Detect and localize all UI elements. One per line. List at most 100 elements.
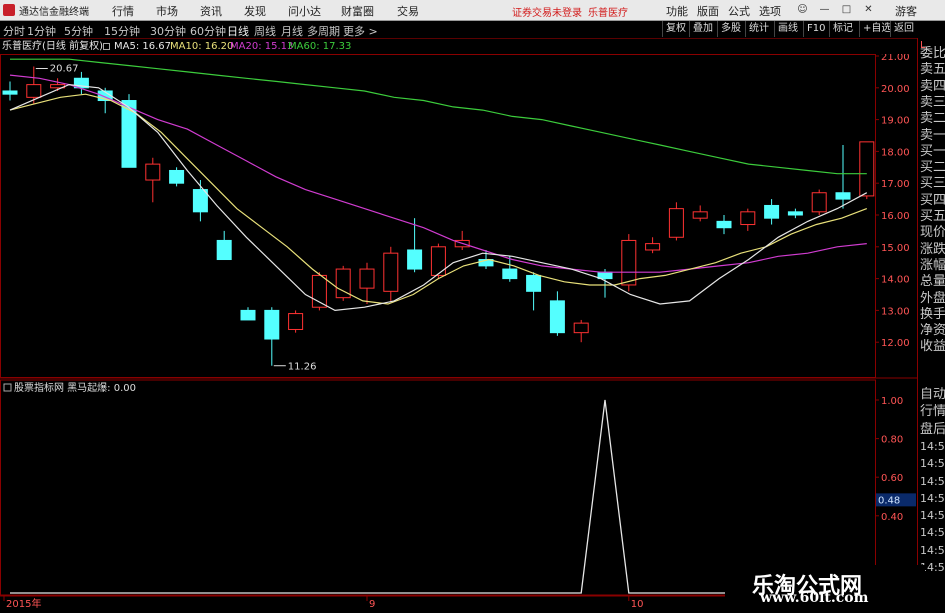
- trade-login-warning[interactable]: 证券交易未登录: [512, 4, 582, 19]
- tab-60min[interactable]: 60分钟: [190, 23, 226, 39]
- candle-body-up: [359, 268, 375, 289]
- candle-body-up: [740, 211, 756, 226]
- menu-quotes[interactable]: 行情: [112, 3, 134, 19]
- quote-side-panel: 委比 卖五 卖四 卖三 卖二 卖一 买一 买二 买三 买四 买五 现价 涨跌 涨幅 总量 外盘 换手 净资 收益 自…: [917, 38, 945, 609]
- tab-timeshare[interactable]: 分时: [3, 23, 25, 39]
- indicator-tick-label: 0.40: [881, 512, 903, 523]
- candle-body-down: [597, 271, 613, 280]
- f10-button[interactable]: F10: [803, 21, 828, 37]
- candle-body-up: [26, 84, 42, 98]
- chart-title: 乐普医疗(日线 前复权): [2, 41, 103, 52]
- menu-ask[interactable]: 问小达: [288, 3, 321, 19]
- candle-body-down: [764, 204, 780, 219]
- maximize-icon[interactable]: □: [840, 4, 853, 16]
- candle-body-down: [216, 239, 232, 261]
- app-logo-icon: [3, 4, 15, 16]
- ma20-line: [9, 74, 867, 273]
- side-mode-label[interactable]: 盘后: [920, 422, 945, 438]
- user-icon[interactable]: ☺: [796, 4, 809, 16]
- side-tick-time: 14:50: [920, 474, 945, 488]
- candle-body-up: [692, 211, 708, 219]
- tab-multi-period[interactable]: 多周期: [307, 23, 340, 39]
- price-tick-label: 17.00: [881, 179, 910, 190]
- side-tick-time: 14:50: [920, 543, 945, 557]
- menu-layout[interactable]: 版面: [697, 3, 719, 19]
- candle-body-down: [716, 220, 732, 229]
- indicator-label: 股票指标网 黑马起爆: 0.00: [14, 381, 136, 394]
- candle-body-down: [2, 90, 18, 95]
- side-quote-label: 买五: [920, 209, 945, 224]
- overlay-button[interactable]: 叠加: [689, 21, 716, 37]
- tab-monthly[interactable]: 月线: [281, 23, 303, 39]
- menu-discover[interactable]: 发现: [244, 3, 266, 19]
- candle-body-up: [383, 252, 399, 292]
- side-tick-time: 14:50: [920, 526, 945, 540]
- back-button[interactable]: 返回: [890, 21, 917, 37]
- candle-body-up: [430, 246, 446, 276]
- title-bar: 通达信金融终端 行情 市场 资讯 发现 问小达 财富圈 交易 证券交易未登录 乐…: [0, 0, 945, 21]
- indicator-settings-icon: [3, 383, 12, 392]
- tab-5min[interactable]: 5分钟: [64, 23, 93, 39]
- menu-news[interactable]: 资讯: [200, 3, 222, 19]
- side-quote-label: 买二: [920, 160, 945, 176]
- mark-button[interactable]: 标记: [829, 21, 856, 37]
- side-tick-time: 14:50: [920, 457, 945, 471]
- menu-market[interactable]: 市场: [156, 3, 178, 19]
- adjust-button[interactable]: 复权: [662, 21, 689, 37]
- multi-stock-button[interactable]: 多股: [717, 21, 744, 37]
- side-quote-label: 买一: [920, 143, 945, 159]
- candle-body-down: [549, 300, 565, 334]
- candle-body-down: [169, 169, 185, 184]
- candle-body-up: [621, 239, 637, 286]
- price-tick-label: 13.00: [881, 306, 910, 317]
- candle-body-up: [811, 192, 827, 213]
- menu-trade[interactable]: 交易: [397, 3, 419, 19]
- kline-chart[interactable]: 21.00 20.00 19.00 18.00 17.00 16.00 15.00 14.00…: [0, 52, 917, 610]
- tab-30min[interactable]: 30分钟: [150, 23, 186, 39]
- ma5-value: MA5: 16.67: [114, 41, 172, 52]
- side-quote-label: 总量: [920, 274, 945, 290]
- app-name: 通达信金融终端: [19, 7, 89, 18]
- side-mode-label[interactable]: 行情: [920, 404, 945, 420]
- side-mode-label[interactable]: 自动: [920, 387, 945, 403]
- guest-label[interactable]: 游客: [895, 3, 917, 19]
- draw-button[interactable]: 画线: [774, 21, 801, 37]
- side-quote-label: 买四: [920, 192, 945, 208]
- price-tick-label: 14.00: [881, 275, 910, 286]
- candle-body-up: [145, 163, 161, 181]
- side-quote-label: 买三: [920, 176, 945, 192]
- candle-body-down: [502, 268, 518, 280]
- tab-weekly[interactable]: 周线: [254, 23, 276, 39]
- minimize-icon[interactable]: —: [818, 4, 831, 16]
- tab-more[interactable]: 更多 >: [343, 23, 378, 39]
- candle-body-down: [264, 309, 280, 340]
- side-quote-label: 涨跌: [920, 241, 945, 257]
- stats-button[interactable]: 统计: [745, 21, 772, 37]
- tab-daily[interactable]: 日线: [227, 23, 249, 39]
- period-toolbar: 分时 1分钟 5分钟 15分钟 30分钟 60分钟 日线 周线 月线 多周期 更…: [0, 21, 945, 39]
- side-quote-label: 卖一: [920, 127, 945, 143]
- side-quote-label: 净资: [920, 323, 945, 339]
- tab-15min[interactable]: 15分钟: [104, 23, 140, 39]
- tab-1min[interactable]: 1分钟: [27, 23, 56, 39]
- menu-function[interactable]: 功能: [666, 3, 688, 19]
- side-quote-label: 现价: [920, 225, 945, 241]
- menu-formula[interactable]: 公式: [728, 3, 750, 19]
- indicator-tick-label: 0.60: [881, 473, 903, 484]
- indicator-panel-frame: [0, 379, 876, 596]
- price-tick-label: 16.00: [881, 211, 910, 222]
- menu-wealth[interactable]: 财富圈: [341, 3, 374, 19]
- chart-area[interactable]: 21.00 20.00 19.00 18.00 17.00 16.00 15.00 14.00…: [0, 52, 917, 613]
- settings-square-icon[interactable]: [103, 43, 110, 50]
- side-tag: L: [920, 40, 926, 51]
- menu-options[interactable]: 选项: [759, 3, 781, 19]
- date-tick-label: 9: [369, 599, 375, 609]
- high-annotation: 20.67: [50, 63, 79, 74]
- date-tick-label: 10: [631, 599, 644, 609]
- candle-body-up: [859, 141, 875, 197]
- side-quote-label: 换手: [920, 306, 945, 322]
- close-icon[interactable]: ✕: [862, 4, 875, 16]
- price-tick-label: 18.00: [881, 147, 910, 158]
- side-quote-label: 外盘: [920, 290, 945, 306]
- current-stock-name: 乐普医疗: [588, 8, 628, 19]
